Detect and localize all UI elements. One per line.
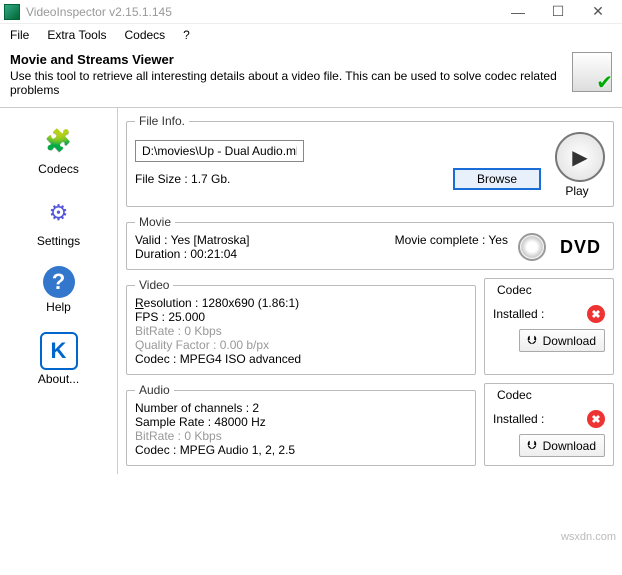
sidebar-label: Codecs <box>38 162 79 176</box>
header: Movie and Streams Viewer Use this tool t… <box>0 46 622 108</box>
download-label: Download <box>543 439 596 453</box>
download-icon: ⮋ <box>528 438 537 453</box>
codec-installed-label: Installed : <box>493 307 544 321</box>
video-legend: Video <box>135 278 173 292</box>
play-label: Play <box>565 184 588 198</box>
header-icon <box>572 52 612 92</box>
sidebar-item-codecs[interactable]: 🧩 Codecs <box>19 122 99 176</box>
sidebar-item-about[interactable]: K About... <box>19 332 99 386</box>
audio-sample: Sample Rate : 48000 Hz <box>135 415 467 429</box>
sidebar-label: About... <box>38 372 79 386</box>
menu-file[interactable]: File <box>10 28 29 42</box>
menu-extra-tools[interactable]: Extra Tools <box>47 28 106 42</box>
file-path-input[interactable] <box>135 140 304 162</box>
movie-valid: Valid : Yes [Matroska] <box>135 233 385 247</box>
dvd-icon[interactable]: DVD <box>560 237 601 258</box>
main: File Info. File Size : 1.7 Gb. Browse ▶ … <box>118 108 622 474</box>
sidebar-item-help[interactable]: ? Help <box>19 266 99 314</box>
video-resolution: Resolution : 1280x690 (1.86:1) <box>135 296 467 310</box>
error-icon: ✖ <box>587 305 605 323</box>
audio-legend: Audio <box>135 383 174 397</box>
video-codec-box: Codec Installed : ✖ ⮋ Download <box>484 278 614 375</box>
sidebar-label: Settings <box>37 234 80 248</box>
window-title: VideoInspector v2.15.1.145 <box>26 5 498 19</box>
video-codec: Codec : MPEG4 ISO advanced <box>135 352 467 366</box>
movie-group: Movie Valid : Yes [Matroska] Duration : … <box>126 215 614 270</box>
browse-button[interactable]: Browse <box>453 168 541 190</box>
audio-bitrate: BitRate : 0 Kbps <box>135 429 467 443</box>
download-icon: ⮋ <box>528 333 537 348</box>
download-button[interactable]: ⮋ Download <box>519 329 606 352</box>
audio-codec: Codec : MPEG Audio 1, 2, 2.5 <box>135 443 467 457</box>
fileinfo-group: File Info. File Size : 1.7 Gb. Browse ▶ … <box>126 114 614 207</box>
watermark: wsxdn.com <box>561 531 616 543</box>
fileinfo-legend: File Info. <box>135 114 189 128</box>
minimize-button[interactable]: — <box>498 4 538 20</box>
app-icon <box>4 4 20 20</box>
header-subtitle: Use this tool to retrieve all interestin… <box>10 69 564 97</box>
menu-help[interactable]: ? <box>183 28 190 42</box>
audio-group: Audio Number of channels : 2 Sample Rate… <box>126 383 476 466</box>
sidebar-label: Help <box>46 300 71 314</box>
audio-channels: Number of channels : 2 <box>135 401 467 415</box>
play-button[interactable]: ▶ <box>555 132 605 182</box>
menubar: File Extra Tools Codecs ? <box>0 24 622 46</box>
video-bitrate: BitRate : 0 Kbps <box>135 324 467 338</box>
about-icon: K <box>40 332 78 370</box>
video-quality: Quality Factor : 0.00 b/px <box>135 338 467 352</box>
header-title: Movie and Streams Viewer <box>10 52 564 67</box>
movie-legend: Movie <box>135 215 175 229</box>
video-fps: FPS : 25.000 <box>135 310 467 324</box>
codec-installed-label: Installed : <box>493 412 544 426</box>
download-button[interactable]: ⮋ Download <box>519 434 606 457</box>
titlebar: VideoInspector v2.15.1.145 — ☐ ✕ <box>0 0 622 24</box>
help-icon: ? <box>43 266 75 298</box>
close-button[interactable]: ✕ <box>578 3 618 20</box>
codec-legend: Codec <box>493 283 536 297</box>
audio-codec-box: Codec Installed : ✖ ⮋ Download <box>484 383 614 466</box>
codec-legend: Codec <box>493 388 536 402</box>
codecs-icon: 🧩 <box>40 122 78 160</box>
download-label: Download <box>543 334 596 348</box>
file-size-label: File Size : 1.7 Gb. <box>135 172 230 186</box>
video-group: Video Resolution : 1280x690 (1.86:1) FPS… <box>126 278 476 375</box>
maximize-button[interactable]: ☐ <box>538 3 578 20</box>
sidebar: 🧩 Codecs ⚙ Settings ? Help K About... <box>0 108 118 474</box>
disc-icon[interactable] <box>518 233 546 261</box>
menu-codecs[interactable]: Codecs <box>124 28 165 42</box>
error-icon: ✖ <box>587 410 605 428</box>
movie-complete: Movie complete : Yes <box>395 233 508 247</box>
movie-duration: Duration : 00:21:04 <box>135 247 385 261</box>
sidebar-item-settings[interactable]: ⚙ Settings <box>19 194 99 248</box>
gear-icon: ⚙ <box>40 194 78 232</box>
